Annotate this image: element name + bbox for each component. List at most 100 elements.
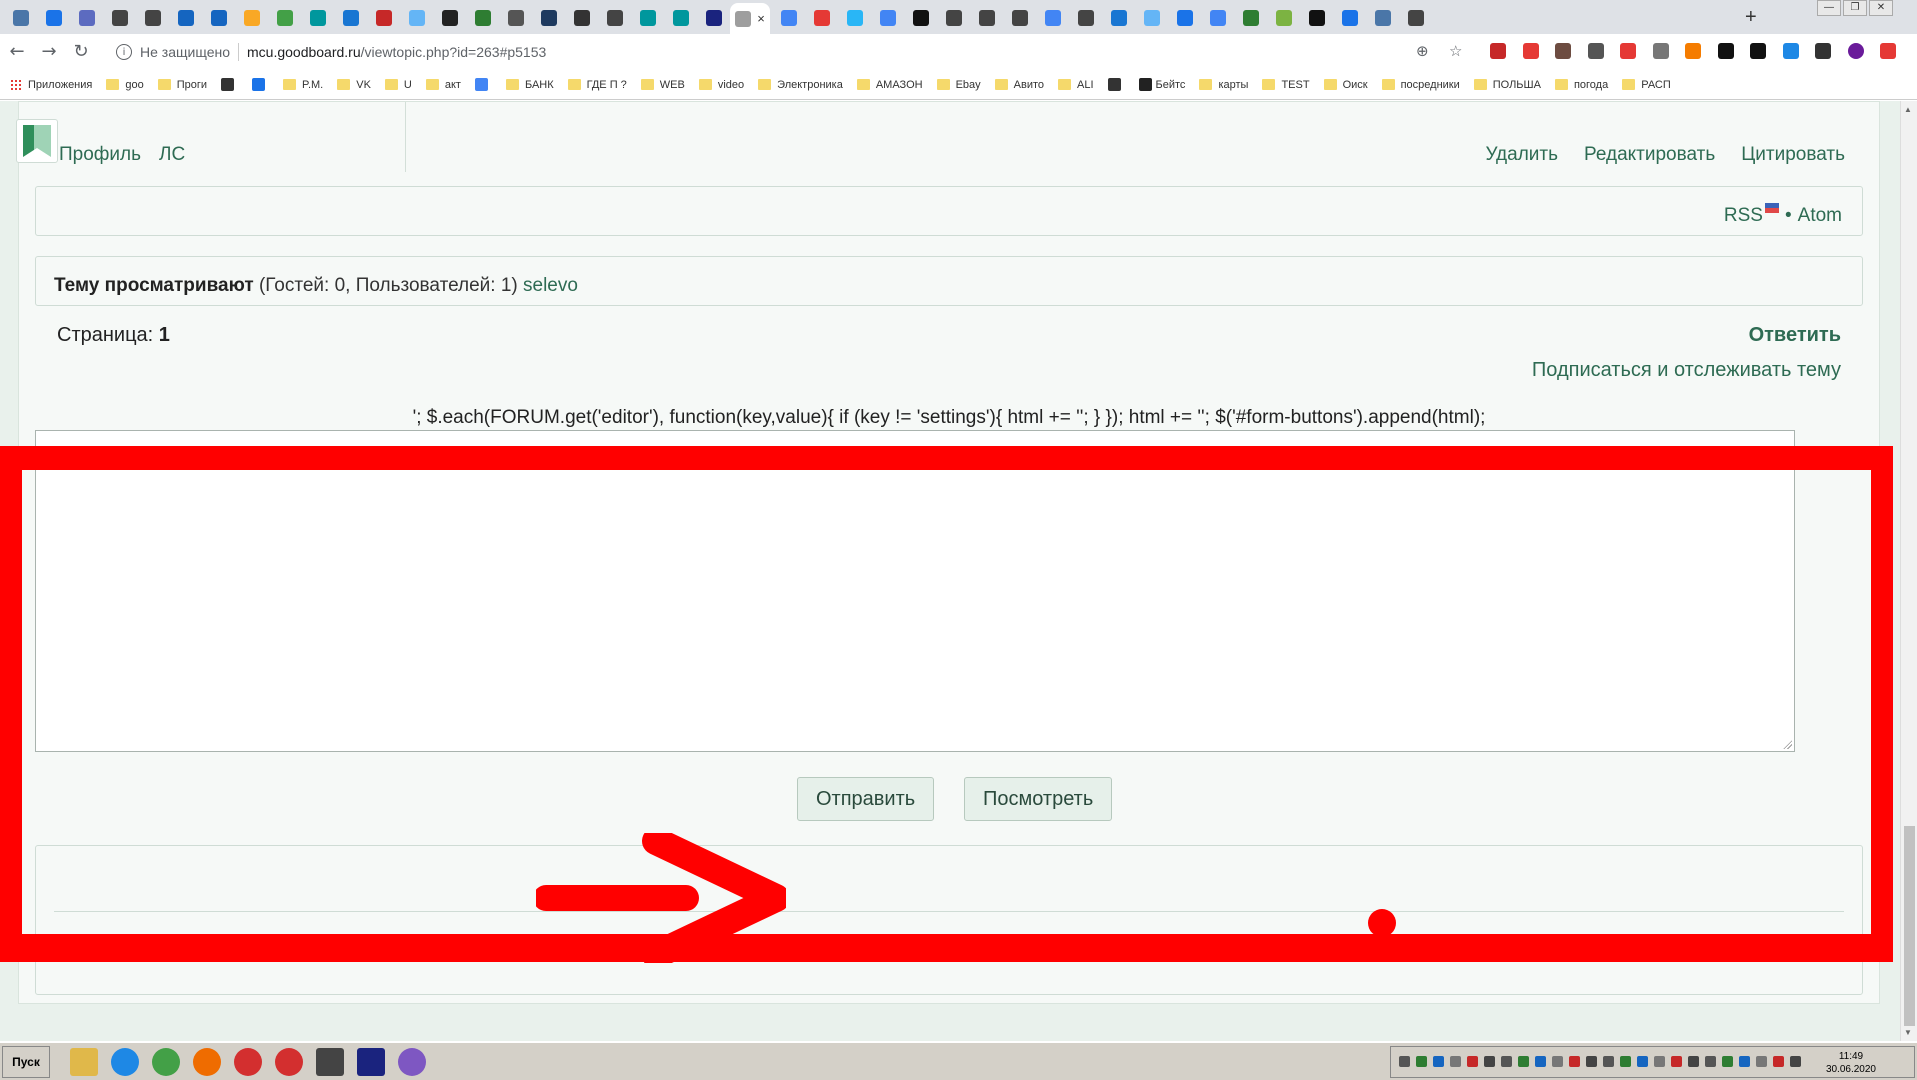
profile-link[interactable]: Профиль [59,144,141,166]
bookmark-item[interactable]: P.M. [283,79,323,91]
x-ext-icon[interactable] [1490,43,1506,59]
ext-icon[interactable] [1815,43,1831,59]
pm-link[interactable]: ЛС [159,144,185,166]
browser-tab[interactable] [697,5,731,31]
bookmark-item[interactable]: ПОЛЬША [1473,79,1541,91]
browser-tab[interactable] [1333,5,1367,31]
viewer-user-link[interactable]: selevo [523,275,578,296]
tray-icon[interactable] [1637,1056,1648,1067]
ext-icon[interactable] [1717,43,1734,59]
ext-icon[interactable] [1522,43,1539,59]
tray-icon[interactable] [1671,1056,1682,1067]
avatar[interactable] [1847,43,1864,59]
taskbar-app[interactable] [64,1047,104,1077]
browser-tab[interactable] [631,5,665,31]
bookmark-item[interactable]: акт [425,79,461,91]
tray-icon[interactable] [1739,1056,1750,1067]
ext-icon[interactable] [1782,43,1799,59]
rss-link[interactable]: RSS [1724,205,1763,227]
quote-link[interactable]: Цитировать [1741,144,1845,166]
tray-icon[interactable] [1688,1056,1699,1067]
browser-tab-active[interactable]: × [730,3,770,34]
tray-icon[interactable] [1722,1056,1733,1067]
browser-tab[interactable] [1366,5,1400,31]
browser-tab[interactable] [838,5,872,31]
ext-icon[interactable] [1587,43,1604,59]
browser-tab[interactable] [1102,5,1136,31]
browser-tab[interactable] [1069,5,1103,31]
tray-icon[interactable] [1433,1056,1444,1067]
taskbar-app[interactable] [269,1047,309,1077]
bookmark-item[interactable]: goo [106,79,144,91]
tray-icon[interactable] [1756,1056,1767,1067]
tray-icon[interactable] [1518,1056,1529,1067]
bookmark-item[interactable] [252,78,269,91]
atom-link[interactable]: Atom [1798,205,1842,227]
bb-ext-icon[interactable] [1750,43,1766,59]
tray-icon[interactable] [1535,1056,1546,1067]
scroll-thumb[interactable] [1904,826,1915,1026]
restore-icon[interactable]: ❐ [1843,0,1867,16]
browser-tab[interactable] [772,5,806,31]
ext-icon[interactable] [1652,43,1669,59]
taskbar-app[interactable] [351,1047,391,1077]
bookmark-item[interactable] [221,78,238,91]
bookmark-item[interactable]: БАНК [505,79,554,91]
browser-tab[interactable] [937,5,971,31]
taskbar-app[interactable] [187,1047,227,1077]
tray-icon[interactable] [1586,1056,1597,1067]
bookmark-item[interactable]: карты [1199,79,1248,91]
tray-icon[interactable] [1416,1056,1427,1067]
tray-icon[interactable] [1399,1056,1410,1067]
minimize-icon[interactable]: — [1817,0,1841,16]
tray-icon[interactable] [1467,1056,1478,1067]
tray-icon[interactable] [1484,1056,1495,1067]
page-scrollbar[interactable]: ▲ ▼ [1900,101,1917,1041]
browser-tab[interactable] [400,5,434,31]
taskbar-app[interactable] [146,1047,186,1077]
browser-tab[interactable] [37,5,71,31]
ext-icon[interactable] [1620,43,1636,59]
bookmark-item[interactable]: РАСП [1622,79,1671,91]
bookmark-item[interactable]: video [698,79,744,91]
bookmark-item[interactable]: Оиск [1323,79,1368,91]
bookmark-item[interactable]: посредники [1381,79,1460,91]
tray-icon[interactable] [1773,1056,1784,1067]
tray-icon[interactable] [1552,1056,1563,1067]
bookmark-item[interactable]: погода [1554,79,1608,91]
bookmark-star-icon[interactable]: ☆ [1449,42,1462,60]
subscribe-link[interactable]: Подписаться и отслеживать тему [1532,359,1841,382]
browser-tab[interactable] [1234,5,1268,31]
browser-tab[interactable] [136,5,170,31]
bookmark-item[interactable]: Ebay [936,79,981,91]
browser-tab[interactable] [466,5,500,31]
reload-button[interactable]: ↻ [70,41,92,62]
info-icon[interactable]: i [116,44,132,60]
edit-link[interactable]: Редактировать [1584,144,1715,166]
bookmark-item[interactable]: U [384,79,412,91]
zoom-icon[interactable]: ⊕ [1416,42,1429,60]
address-bar[interactable]: i Не защищено mcu.goodboard.ru/viewtopic… [108,38,1468,66]
bookmark-item[interactable] [474,78,492,91]
tray-icon[interactable] [1705,1056,1716,1067]
browser-tab[interactable] [334,5,368,31]
browser-tab[interactable] [1003,5,1037,31]
ext-icon[interactable] [1685,43,1701,59]
taskbar-app[interactable] [228,1047,268,1077]
browser-tab[interactable] [532,5,566,31]
browser-tab[interactable] [1300,5,1334,31]
browser-tab[interactable] [904,5,938,31]
browser-tab[interactable] [499,5,533,31]
ext-icon[interactable] [1880,43,1896,59]
resize-grip-icon[interactable] [1782,739,1792,749]
back-button[interactable]: ← [6,41,28,62]
browser-tab[interactable] [235,5,269,31]
start-button[interactable]: Пуск [2,1046,50,1078]
browser-tab[interactable] [103,5,137,31]
taskbar-app[interactable] [310,1047,350,1077]
preview-button[interactable]: Посмотреть [964,777,1113,821]
bookmark-item[interactable]: VK [337,79,371,91]
browser-tab[interactable] [367,5,401,31]
bookmark-item[interactable]: АМАЗОН [856,79,923,91]
close-window-icon[interactable]: ✕ [1869,0,1893,16]
